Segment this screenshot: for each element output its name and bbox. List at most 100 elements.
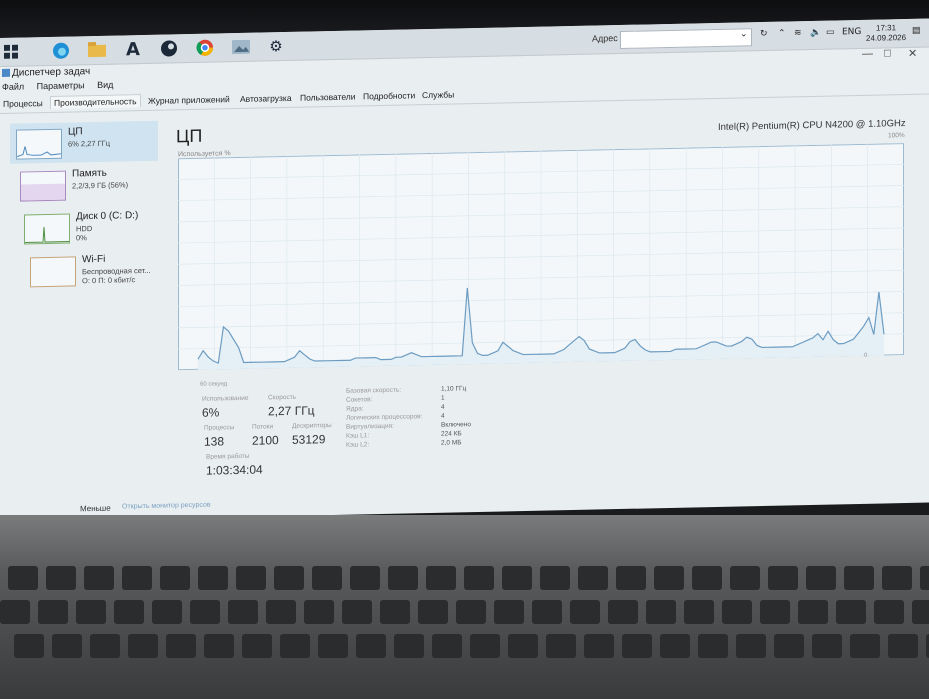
keyboard-key	[318, 634, 348, 658]
tab-details[interactable]: Подробности	[363, 90, 415, 101]
keyboard-key	[380, 600, 410, 624]
keyboard-key	[920, 566, 929, 590]
keyboard-key	[38, 600, 68, 624]
steam-icon[interactable]	[158, 37, 180, 59]
wifi-icon[interactable]: ≋	[794, 28, 802, 38]
sidebar-item-memory[interactable]: Память 2,2/3,9 ГБ (56%)	[10, 163, 158, 206]
keyboard-key	[470, 634, 500, 658]
sidebar-item-cpu[interactable]: ЦП 6% 2,27 ГГц	[10, 120, 158, 164]
file-explorer-icon[interactable]	[86, 39, 108, 61]
keyboard-key	[850, 634, 880, 658]
clock[interactable]: 17:31 24.09.2026	[866, 23, 906, 44]
settings-gear-icon[interactable]: ⚙	[265, 35, 287, 57]
wifi-thumbnail-graph	[30, 256, 76, 288]
keyboard-key	[730, 566, 760, 590]
sidebar-item-subtitle: HDD	[76, 224, 93, 234]
tab-processes[interactable]: Процессы	[3, 98, 43, 109]
sidebar-item-title: Память	[72, 167, 107, 180]
edge-icon[interactable]	[50, 39, 72, 61]
keyboard-key	[508, 634, 538, 658]
window-title: Диспетчер задач	[12, 66, 91, 79]
keyboard-key	[722, 600, 752, 624]
tab-services[interactable]: Службы	[422, 89, 454, 100]
keyboard-key	[204, 634, 234, 658]
memory-thumbnail-graph	[20, 170, 66, 202]
tab-app-history[interactable]: Журнал приложений	[148, 94, 230, 106]
keyboard-key	[608, 600, 638, 624]
keyboard-key	[502, 566, 532, 590]
address-label: Адрес	[592, 33, 618, 44]
keyboard-key	[798, 600, 828, 624]
sidebar-item-disk[interactable]: Диск 0 (C: D:) HDD 0%	[10, 206, 158, 249]
chrome-icon[interactable]	[194, 36, 216, 58]
keyboard-key	[570, 600, 600, 624]
screen: A ⚙ Адрес ⌄ ↻ ⌃ ≋ 🔈 ▭ ENG 17:31 24.09.20…	[0, 18, 929, 523]
keyboard-key	[14, 634, 44, 658]
keyboard-key	[660, 634, 690, 658]
keyboard-key	[736, 634, 766, 658]
keyboard-key	[616, 566, 646, 590]
keyboard-key	[342, 600, 372, 624]
keyboard-key	[122, 566, 152, 590]
tray-chevron-icon[interactable]: ⌃	[778, 29, 786, 39]
keyboard-key	[114, 600, 144, 624]
keyboard-key	[242, 634, 272, 658]
menu-options[interactable]: Параметры	[37, 80, 85, 91]
keyboard-key	[160, 566, 190, 590]
close-button[interactable]: ✕	[908, 47, 917, 60]
keyboard-key	[432, 634, 462, 658]
speed-label: Скорость	[268, 393, 297, 402]
keyboard-key	[654, 566, 684, 590]
keyboard-key	[388, 566, 418, 590]
keyboard-key	[812, 634, 842, 658]
sidebar-item-wifi[interactable]: Wi-Fi Беспроводная сет... О: 0 П: 0 кбит…	[10, 249, 158, 292]
tab-startup[interactable]: Автозагрузка	[240, 93, 292, 104]
keyboard-key	[76, 600, 106, 624]
keyboard-key	[198, 566, 228, 590]
sidebar-item-subtitle: 2,2/3,9 ГБ (56%)	[72, 180, 129, 191]
font-a-icon[interactable]: A	[122, 38, 144, 60]
keyboard-key	[304, 600, 334, 624]
keyboard-key	[464, 566, 494, 590]
tab-performance[interactable]: Производительность	[50, 94, 141, 109]
detail-virtualization-value: Включено	[441, 421, 471, 429]
language-indicator[interactable]: ENG	[842, 27, 861, 37]
refresh-icon[interactable]: ↻	[760, 29, 768, 39]
keyboard-key	[806, 566, 836, 590]
keyboard-key	[128, 634, 158, 658]
chevron-down-icon[interactable]: ⌄	[740, 29, 748, 39]
sidebar-item-subtitle-2: 0%	[76, 233, 87, 243]
volume-icon[interactable]: 🔈	[810, 28, 821, 38]
minimize-button[interactable]: —	[862, 48, 873, 60]
percent-max-label: 100%	[888, 132, 905, 140]
keyboard-key	[190, 600, 220, 624]
windows-start-icon[interactable]	[0, 41, 22, 63]
detail-l1-value: 224 КБ	[441, 430, 462, 438]
menu-file[interactable]: Файл	[2, 81, 24, 91]
picture-icon[interactable]	[230, 36, 252, 58]
utilization-label: Использование	[202, 394, 249, 403]
clock-date: 24.09.2026	[866, 33, 907, 43]
battery-icon[interactable]: ▭	[826, 28, 835, 38]
detail-virtualization-label: Виртуализация:	[346, 422, 394, 431]
keyboard-key	[312, 566, 342, 590]
detail-sockets-value: 1	[441, 394, 445, 402]
menu-view[interactable]: Вид	[97, 80, 113, 90]
sidebar-item-subtitle: 6% 2,27 ГГц	[68, 138, 111, 149]
tab-users[interactable]: Пользователи	[300, 92, 355, 103]
utilization-value: 6%	[202, 405, 220, 420]
keyboard-key	[692, 566, 722, 590]
fewer-details-button[interactable]: Меньше	[80, 504, 111, 514]
keyboard-key	[84, 566, 114, 590]
notification-icon[interactable]: ▤	[912, 26, 921, 36]
address-input[interactable]	[620, 28, 752, 50]
keyboard-key	[228, 600, 258, 624]
open-resource-monitor-link[interactable]: Открыть монитор ресурсов	[122, 502, 211, 511]
keyboard-key	[532, 600, 562, 624]
cpu-usage-graph	[178, 143, 904, 371]
detail-l2-value: 2,0 МБ	[441, 439, 462, 447]
detail-cores-value: 4	[441, 403, 445, 411]
maximize-button[interactable]: □	[884, 47, 891, 59]
tab-strip: Процессы Производительность Журнал прило…	[0, 76, 929, 114]
keyboard-key	[540, 566, 570, 590]
